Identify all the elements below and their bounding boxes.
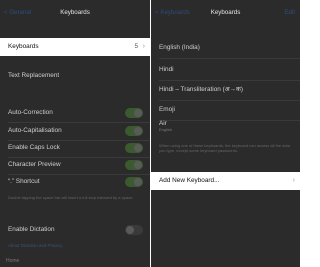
split-screenshot: < General Keyboards Keyboards 5 › Text R…: [0, 0, 300, 267]
shortcut-row: “.” Shortcut: [0, 173, 150, 191]
text-replacement-row[interactable]: Text Replacement: [0, 67, 150, 85]
keyboard-item[interactable]: English (India): [151, 39, 300, 57]
text-replacement-label: Text Replacement: [8, 72, 60, 79]
chevron-right-icon: ›: [292, 177, 295, 184]
enable-dictation-row: Enable Dictation: [0, 221, 150, 239]
add-new-keyboard-button[interactable]: Add New Keyboard... ›: [151, 172, 300, 190]
home-label: Home: [6, 258, 20, 264]
page-title: Keyboards: [210, 9, 241, 16]
shortcut-label: “.” Shortcut: [8, 178, 40, 185]
keyboards-row[interactable]: Keyboards 5 ›: [0, 38, 150, 56]
keyboard-item[interactable]: Hindi: [151, 61, 300, 79]
keyboard-item-label: Hindi: [159, 66, 174, 73]
keyboard-item[interactable]: Air English: [151, 118, 300, 136]
keyboard-item-label: English (India): [159, 44, 200, 51]
privacy-note: When using one of these keyboards, the k…: [159, 143, 290, 153]
edit-button[interactable]: Edit: [284, 9, 295, 16]
auto-correction-label: Auto-Correction: [8, 109, 53, 116]
shortcut-toggle[interactable]: [125, 177, 143, 187]
keyboards-list-pane: < Keyboards Keyboards Edit English (Indi…: [151, 0, 300, 267]
nav-bar: < General Keyboards: [0, 9, 150, 21]
keyboard-item-label: Hindi – Transliteration (अ→क): [159, 86, 244, 93]
nav-bar: < Keyboards Keyboards Edit: [151, 9, 300, 21]
character-preview-toggle[interactable]: [125, 160, 143, 170]
keyboard-item-sublabel: English: [159, 127, 173, 132]
auto-capitalisation-toggle[interactable]: [125, 126, 143, 136]
keyboard-item[interactable]: Hindi – Transliteration (अ→क): [151, 81, 300, 99]
caps-lock-toggle[interactable]: [125, 143, 143, 153]
caps-lock-label: Enable Caps Lock: [8, 144, 60, 151]
chevron-right-icon: ›: [142, 43, 145, 50]
enable-dictation-label: Enable Dictation: [8, 226, 55, 233]
auto-capitalisation-label: Auto-Capitalisation: [8, 127, 62, 134]
shortcut-note: Double tapping the space bar will insert…: [8, 195, 134, 200]
auto-capitalisation-row: Auto-Capitalisation: [0, 122, 150, 140]
divider: [159, 58, 300, 59]
dictation-privacy-link[interactable]: About Dictation and Privacy...: [8, 243, 65, 248]
keyboard-item[interactable]: Emoji: [151, 101, 300, 119]
keyboards-label: Keyboards: [8, 43, 39, 50]
keyboards-count: 5: [134, 43, 138, 50]
character-preview-label: Character Preview: [8, 161, 61, 168]
caps-lock-row: Enable Caps Lock: [0, 139, 150, 157]
keyboards-settings-pane: < General Keyboards Keyboards 5 › Text R…: [0, 0, 150, 267]
enable-dictation-toggle[interactable]: [125, 225, 143, 235]
add-new-keyboard-label: Add New Keyboard...: [159, 177, 220, 184]
character-preview-row: Character Preview: [0, 156, 150, 174]
auto-correction-row: Auto-Correction: [0, 104, 150, 122]
page-title: Keyboards: [60, 9, 90, 16]
auto-correction-toggle[interactable]: [125, 108, 143, 118]
